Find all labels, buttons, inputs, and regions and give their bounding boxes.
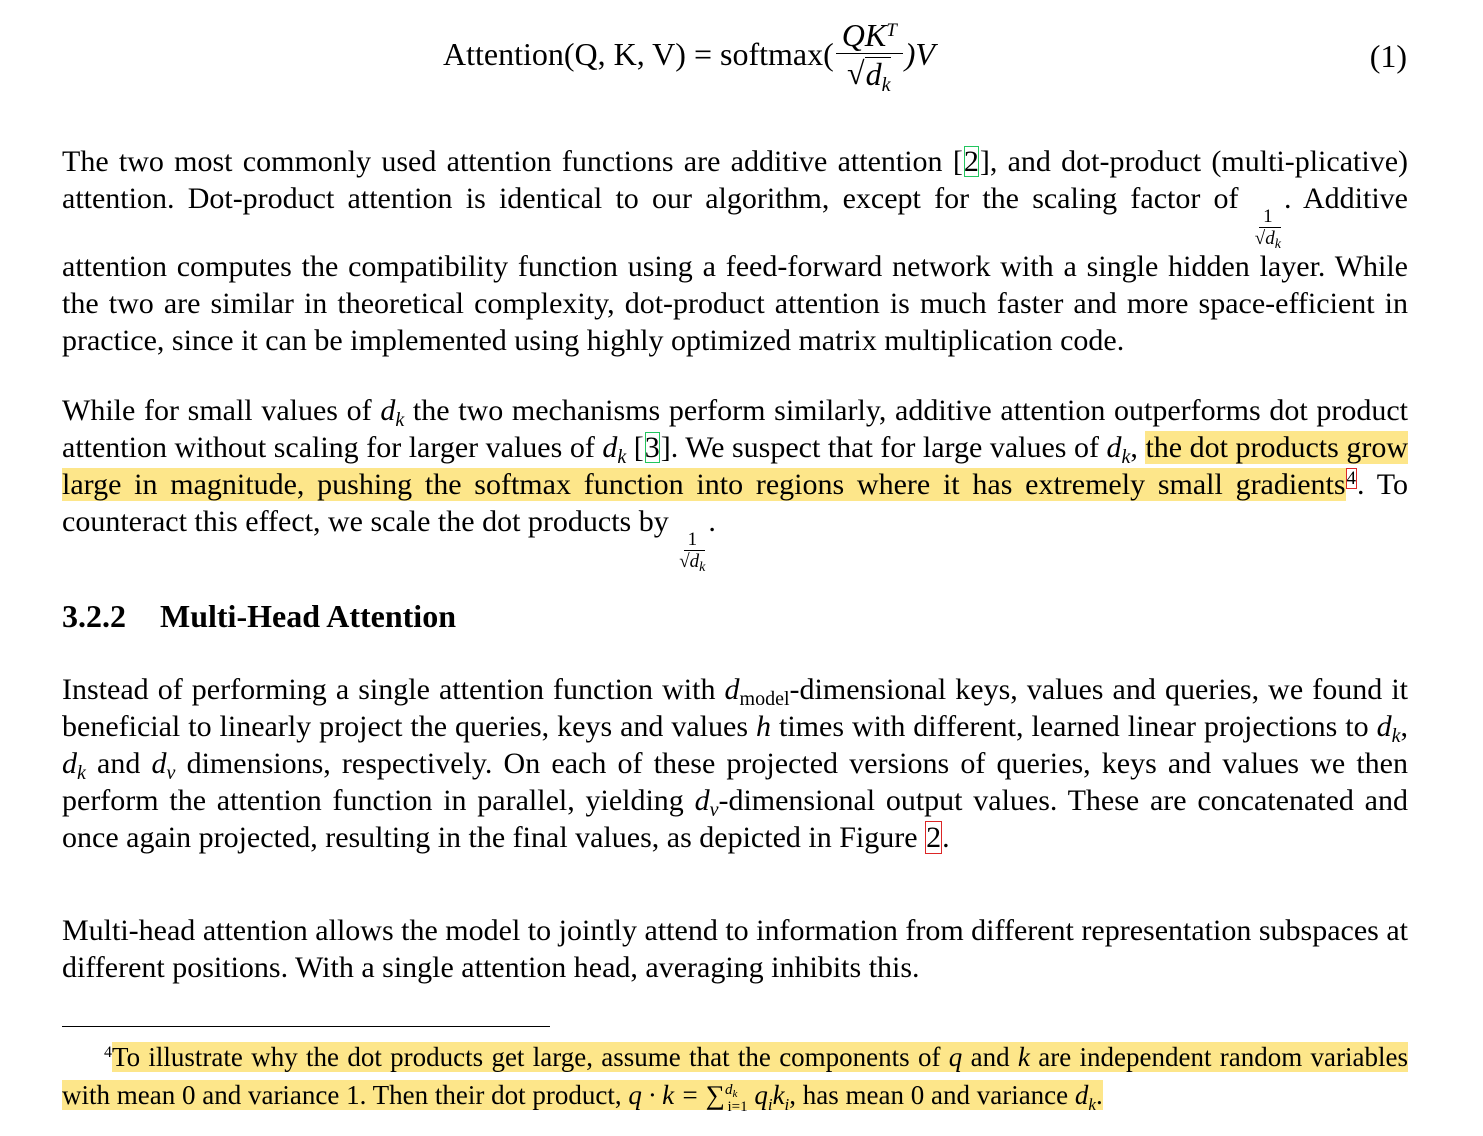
equation-denominator: d — [865, 55, 882, 92]
section-heading: 3.2.2 Multi-Head Attention — [62, 598, 456, 635]
section-title: Multi-Head Attention — [160, 598, 456, 634]
footnote-rule — [62, 1026, 550, 1027]
equation-fraction: QKT √ dk — [835, 16, 903, 96]
equation-lhs: Attention(Q, K, V) = softmax( — [443, 36, 834, 72]
equation-denominator-sub: k — [881, 73, 891, 96]
equation-number: (1) — [1369, 38, 1407, 74]
paragraph-subspaces: Multi-head attention allows the model to… — [62, 914, 1408, 984]
citation-link[interactable]: 3 — [644, 431, 661, 464]
footnote: 4To illustrate why the dot products get … — [62, 1038, 1409, 1115]
equation-block: Attention(Q, K, V) = softmax( QKT √ dk )V… — [0, 6, 1483, 106]
equation-rhs: )V — [904, 36, 935, 72]
footnote-mark: 4 — [104, 1044, 112, 1061]
citation-link[interactable]: 2 — [963, 145, 980, 178]
footnote-link[interactable]: 4 — [1345, 468, 1358, 489]
paragraph-scaling: While for small values of dk the two mec… — [62, 394, 1408, 575]
scaling-fraction: 1 √dk — [679, 529, 706, 575]
section-number: 3.2.2 — [62, 598, 126, 634]
equation-numerator-sup: T — [886, 19, 897, 41]
sqrt-symbol: √ dk — [847, 54, 892, 96]
scaling-fraction: 1 √dk — [1254, 206, 1281, 252]
highlighted-footnote-text: To illustrate why the dot products get l… — [62, 1042, 1409, 1115]
figure-link[interactable]: 2 — [925, 821, 943, 854]
attention-equation: Attention(Q, K, V) = softmax( QKT √ dk )V — [443, 6, 935, 102]
paragraph-attention-functions: The two most commonly used attention fun… — [62, 145, 1409, 357]
paragraph-multihead: Instead of performing a single attention… — [62, 673, 1408, 854]
equation-numerator: QK — [841, 16, 887, 53]
